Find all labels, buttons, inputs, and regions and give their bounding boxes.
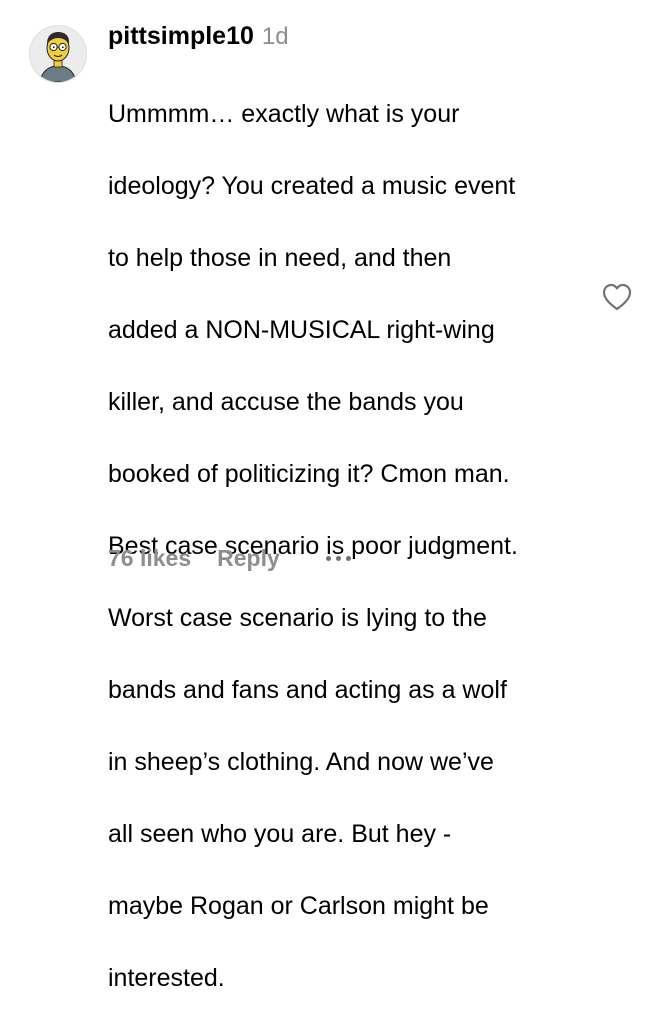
comment-text-line: interested. (108, 964, 225, 992)
comment-text-line: Ummmm… exactly what is your (108, 100, 460, 128)
likes-count[interactable]: 76 likes (108, 545, 191, 572)
like-button[interactable] (601, 282, 633, 312)
comment: pittsimple10 1d Ummmm… exactly what is y… (0, 0, 670, 992)
comment-text-line: ideology? You created a music event (108, 172, 516, 200)
username[interactable]: pittsimple10 (108, 22, 254, 51)
comment-body: pittsimple10 1d Ummmm… exactly what is y… (108, 22, 598, 1032)
cartoon-avatar-icon (30, 26, 86, 82)
comment-text-line: in sheep’s clothing. And now we’ve (108, 748, 494, 776)
avatar[interactable] (29, 25, 87, 83)
timestamp: 1d (261, 23, 289, 50)
comment-text-line: to help those in need, and then (108, 244, 452, 272)
more-dot (345, 556, 351, 561)
comment-header: pittsimple10 1d (108, 22, 598, 60)
comment-text-line: added a NON-MUSICAL right-wing (108, 316, 495, 344)
comment-text-line: Worst case scenario is lying to the (108, 604, 487, 632)
comment-actions: 76 likes Reply (108, 545, 351, 572)
comment-text-line: booked of politicizing it? Cmon man. (108, 460, 510, 488)
comment-text-line: all seen who you are. But hey - (108, 820, 452, 848)
comment-text-line: maybe Rogan or Carlson might be (108, 892, 489, 920)
reply-button[interactable]: Reply (217, 545, 280, 572)
comment-text-line: bands and fans and acting as a wolf (108, 676, 507, 704)
comment-text-line: killer, and accuse the bands you (108, 388, 464, 416)
more-options-icon[interactable] (325, 547, 351, 571)
more-dot (335, 556, 341, 561)
more-dot (325, 556, 331, 561)
heart-outline-icon (602, 283, 632, 311)
